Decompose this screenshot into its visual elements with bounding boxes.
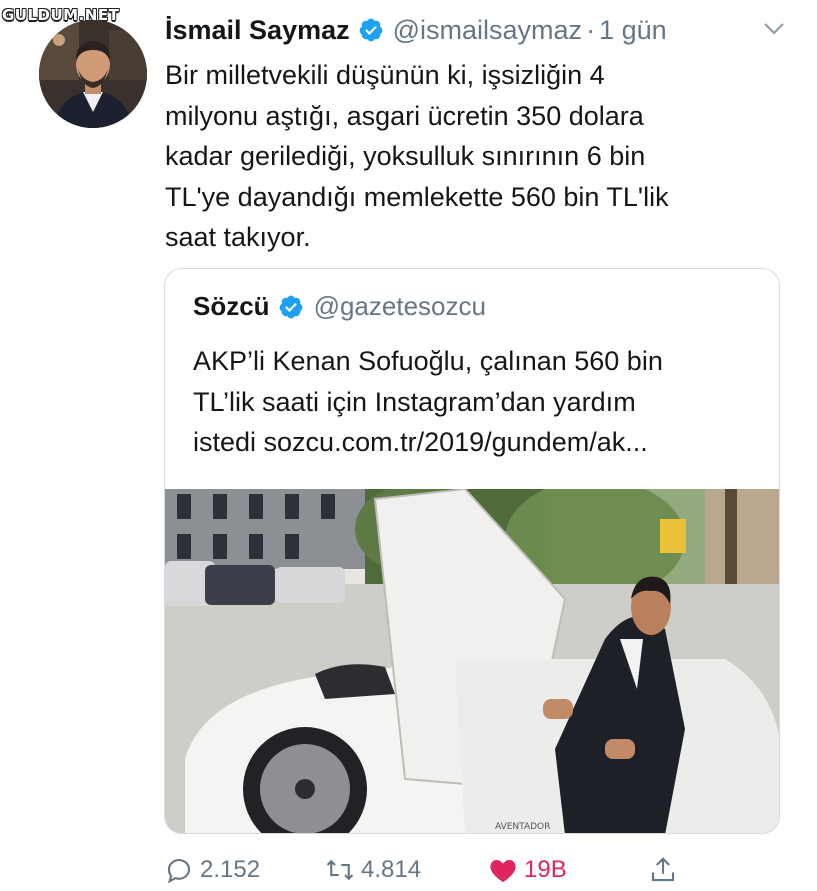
retweet-icon [325,855,355,885]
tweet-actions: 2.152 4.814 19B [0,852,817,888]
like-button[interactable]: 19B [488,852,567,888]
plate-text: AVENTADOR [495,822,550,832]
quoted-text-line: TL’lik saati için Instagram’dan yardım [193,386,636,417]
retweet-button[interactable]: 4.814 [325,852,421,888]
quoted-text-line: AKP’li Kenan Sofuoğlu, çalınan 560 bin [193,346,663,376]
separator: · [586,14,596,45]
share-button[interactable] [648,852,684,888]
tweet-text: Bir milletvekili düşünün ki, işsizliğin … [165,55,765,258]
reply-button[interactable]: 2.152 [164,852,260,888]
tweet-text-line: kadar gerilediği, yoksulluk sınırının 6 … [165,141,646,171]
quoted-author-name: Sözcü [193,291,270,321]
heart-icon [488,855,518,885]
quoted-tweet-card[interactable]: Sözcü @gazetesozcu AKP’li Kenan Sofuoğlu… [164,268,780,834]
tweet-text-line: milyonu aştığı, asgari ücretin 350 dolar… [165,100,644,131]
tweet-text-line: TL'ye dayandığı memlekette 560 bin TL'li… [165,181,669,212]
tweet-text-line: saat takıyor. [165,222,311,252]
verified-badge-icon [278,294,304,320]
tweet-header: İsmail Saymaz @ismailsaymaz · 1 gün [165,12,805,48]
quoted-tweet-header: Sözcü @gazetesozcu [193,291,486,322]
verified-badge-icon [358,17,384,43]
reply-count: 2.152 [200,856,261,883]
reply-icon [164,855,194,885]
author-handle[interactable]: @ismailsaymaz [393,15,582,46]
tweet-text-line: Bir milletvekili düşünün ki, işsizliğin … [165,60,605,90]
author-name[interactable]: İsmail Saymaz [165,15,350,46]
share-icon [648,855,678,885]
tweet-time[interactable]: 1 gün [599,15,667,46]
quoted-author-handle: @gazetesozcu [313,291,486,321]
quoted-tweet-image[interactable]: AVENTADOR [165,489,779,833]
quoted-tweet-text: AKP’li Kenan Sofuoğlu, çalınan 560 bin T… [193,341,763,463]
like-count: 19B [524,856,567,883]
chevron-down-icon[interactable] [763,21,785,37]
retweet-count: 4.814 [361,856,422,883]
quoted-text-line[interactable]: istedi sozcu.com.tr/2019/gundem/ak... [193,422,763,463]
avatar[interactable] [39,20,147,128]
